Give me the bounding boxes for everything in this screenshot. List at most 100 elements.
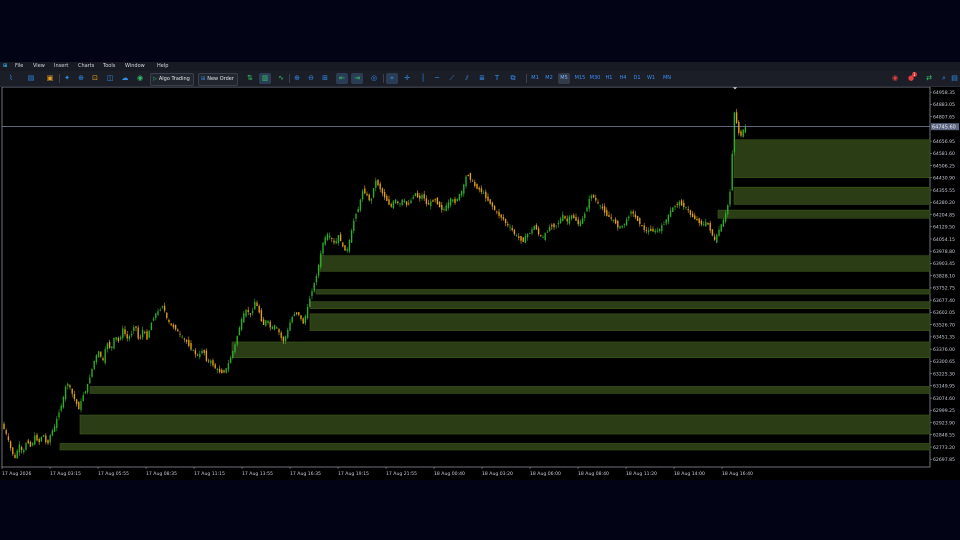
- candle-body: [137, 327, 139, 339]
- candle-body: [245, 310, 247, 317]
- timeframe-m30[interactable]: M30: [588, 73, 602, 84]
- candle-body: [707, 222, 709, 225]
- horizontal-line-icon[interactable]: ─: [432, 73, 442, 84]
- y-tick-label: 63828.10: [933, 273, 955, 279]
- candle-body: [421, 194, 423, 199]
- timeframe-h4[interactable]: H4: [617, 73, 629, 84]
- signals-icon[interactable]: ⇄: [924, 73, 934, 84]
- candle-body: [430, 201, 432, 207]
- fibonacci-icon[interactable]: ≣: [477, 73, 487, 84]
- indicators-icon[interactable]: ◎: [369, 73, 379, 84]
- algo-trading-button[interactable]: ▷ Algo Trading: [150, 73, 194, 86]
- order-block-zone: [315, 289, 931, 295]
- account-icon[interactable]: ◉: [890, 73, 900, 84]
- timeframe-m5[interactable]: M5: [558, 73, 570, 84]
- shapes-icon[interactable]: ⧉: [506, 73, 520, 84]
- profiles-icon[interactable]: ▤: [24, 73, 38, 84]
- candle-body: [650, 228, 652, 231]
- candle-body: [449, 198, 452, 206]
- candle-body: [493, 206, 496, 211]
- strategy-tester-icon[interactable]: ◫: [105, 73, 115, 84]
- menu-tools[interactable]: Tools: [103, 62, 115, 71]
- candle-body: [18, 444, 21, 453]
- timeframe-w1[interactable]: W1: [645, 73, 657, 84]
- cloud-icon[interactable]: ☁: [120, 73, 130, 84]
- line-chart-icon[interactable]: ∿: [275, 73, 287, 84]
- candle-body: [456, 199, 458, 201]
- candlesticks-icon[interactable]: ▥: [259, 73, 271, 84]
- timeframe-m2[interactable]: M2: [543, 73, 555, 84]
- candle-body: [674, 205, 676, 208]
- vertical-line-icon[interactable]: │: [418, 73, 428, 84]
- chart-shift-icon[interactable]: ⇥: [351, 73, 363, 84]
- channel-icon[interactable]: ⫽: [462, 73, 472, 84]
- timeframe-m15[interactable]: M15: [573, 73, 587, 84]
- candle-body: [722, 219, 725, 227]
- candle-body: [333, 240, 335, 243]
- candle-body: [80, 400, 82, 410]
- new-order-button[interactable]: ⊞ New Order: [198, 73, 238, 86]
- timeframe-d1[interactable]: D1: [631, 73, 643, 84]
- metaeditor-icon[interactable]: ◉: [135, 73, 145, 84]
- panels-icon[interactable]: ▤: [950, 73, 959, 84]
- zoom-out-icon[interactable]: ⊖: [306, 73, 316, 84]
- candle-body: [630, 211, 632, 214]
- x-tick-label: 18 Aug 08:40: [578, 471, 609, 477]
- timeframe-m1[interactable]: M1: [529, 73, 541, 84]
- candle-body: [225, 368, 227, 373]
- candle-body: [441, 204, 443, 210]
- buy-sell-icon[interactable]: ⇅: [245, 73, 255, 84]
- auto-scroll-icon[interactable]: ⇤: [336, 73, 348, 84]
- candle-body: [672, 207, 674, 212]
- chart-type-icon[interactable]: ⌇: [5, 73, 17, 84]
- candle-body: [713, 236, 716, 240]
- candle-body: [60, 405, 62, 411]
- timeframe-h1[interactable]: H1: [603, 73, 615, 84]
- y-tick-label: 64958.35: [933, 90, 955, 96]
- candle-body: [12, 447, 14, 455]
- text-tool-icon[interactable]: T: [492, 73, 502, 84]
- trendline-icon[interactable]: ⟋: [447, 73, 457, 84]
- crosshair-icon[interactable]: ✛: [402, 73, 412, 84]
- candle-body: [687, 209, 689, 211]
- search-icon[interactable]: ⌕: [939, 73, 949, 84]
- candle-body: [716, 234, 718, 243]
- menu-view[interactable]: View: [33, 62, 45, 71]
- y-tick-label: 63978.80: [933, 249, 955, 255]
- x-tick-label: 17 Aug 2026: [2, 471, 32, 477]
- candle-body: [412, 196, 414, 199]
- candle-body: [729, 191, 731, 205]
- candle-body: [196, 354, 199, 356]
- grid-icon[interactable]: ⊞: [320, 73, 330, 84]
- zoom-in-icon[interactable]: ⊕: [292, 73, 302, 84]
- menu-insert[interactable]: Insert: [54, 62, 68, 71]
- y-tick-label: 63225.30: [933, 371, 955, 377]
- menu-window[interactable]: Window: [125, 62, 145, 71]
- candlestick-chart[interactable]: 64745.60 64958.35 64883.05 64807.65 64656.95…: [0, 86, 960, 480]
- data-window-icon[interactable]: ⊕: [76, 73, 86, 84]
- candle-body: [546, 231, 549, 233]
- timeframe-mn[interactable]: MN: [660, 73, 674, 84]
- candle-body: [500, 214, 502, 218]
- x-tick-label: 18 Aug 14:00: [674, 471, 705, 477]
- navigator-icon[interactable]: ✦: [62, 73, 72, 84]
- candle-body: [229, 357, 232, 364]
- toolbox-icon[interactable]: ⊡: [90, 73, 100, 84]
- candle-body: [359, 199, 362, 211]
- x-tick-label: 17 Aug 16:35: [290, 471, 321, 477]
- x-tick-label: 18 Aug 00:40: [434, 471, 465, 477]
- candle-body: [218, 368, 221, 373]
- candle-body: [31, 443, 34, 446]
- menu-file[interactable]: File: [15, 62, 23, 71]
- candle-body: [38, 439, 40, 443]
- cursor-icon[interactable]: ⌖: [386, 73, 398, 84]
- order-block-zone: [733, 139, 931, 178]
- menu-help[interactable]: Help: [157, 62, 168, 71]
- menu-charts[interactable]: Charts: [78, 62, 94, 71]
- candle-body: [724, 213, 727, 222]
- market-watch-icon[interactable]: ▣: [44, 73, 56, 84]
- candle-body: [377, 179, 379, 186]
- candle-body: [518, 236, 520, 238]
- candle-body: [62, 396, 65, 408]
- price-chart-area[interactable]: 64745.60 64958.35 64883.05 64807.65 64656.95…: [0, 86, 960, 480]
